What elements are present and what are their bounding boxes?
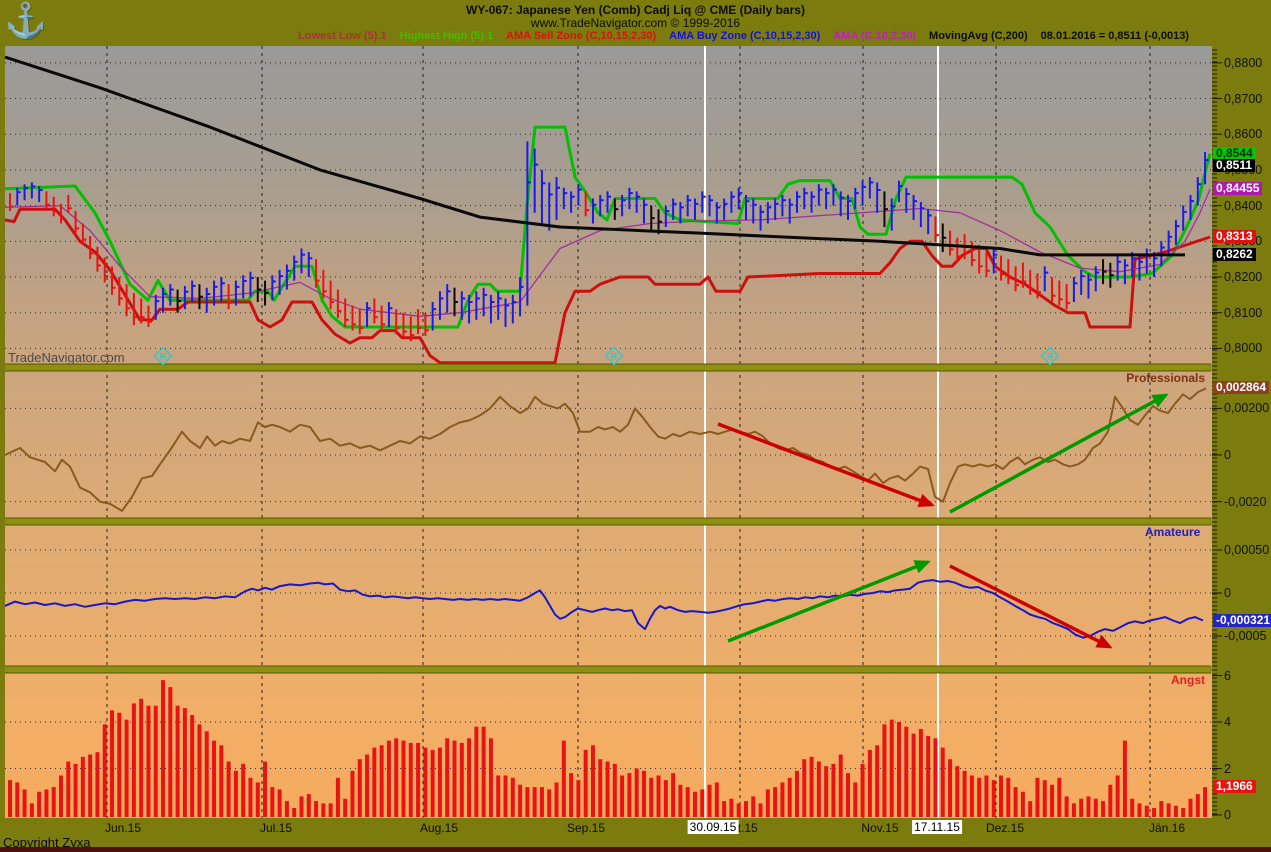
indicator-legend: Lowest Low (5).1 Highest High (5).1 AMA Se…: [298, 30, 1189, 42]
legend-item: Lowest Low (5).1: [298, 30, 387, 42]
y-axis-label: 0,8200: [1224, 270, 1262, 284]
y-axis-label: 0: [1224, 808, 1231, 822]
event-date-badge: 30.09.15: [688, 820, 739, 834]
y-axis-label: 0,8100: [1224, 306, 1262, 320]
x-axis-month-label: Dez.15: [986, 821, 1024, 835]
legend-item: AMA Sell Zone (C,10,15,2,30): [506, 30, 656, 42]
y-axis-label: 0,00200: [1224, 401, 1269, 415]
x-axis-month-label: Nov.15: [861, 821, 898, 835]
legend-item: 08.01.2016 = 0,8511 (-0,0013): [1041, 30, 1189, 42]
last-value-badge: 0,8511: [1213, 159, 1255, 172]
panel-label-professionals: Professionals: [1100, 371, 1205, 385]
last-value-badge: 1,1966: [1213, 780, 1256, 793]
last-value-badge: 0,8313: [1213, 230, 1256, 243]
last-value-badge: -0,000321: [1213, 614, 1271, 627]
rollover-diamond-icon: R: [160, 352, 167, 362]
x-axis-month-label: Sep.15: [567, 821, 605, 835]
x-axis-month-label: Aug.15: [420, 821, 458, 835]
y-axis-label: 6: [1224, 669, 1231, 683]
last-value-badge: 0,002864: [1213, 381, 1269, 394]
legend-item: MovingAvg (C,200): [929, 30, 1028, 42]
y-axis-label: 0,8600: [1224, 127, 1262, 141]
legend-item: AMA (C,10,2,30): [833, 30, 916, 42]
y-axis-label: 0,8000: [1224, 341, 1262, 355]
y-axis-label: -0,0020: [1224, 495, 1266, 509]
y-axis-label: 0,00050: [1224, 543, 1269, 557]
last-value-badge: 0,84455: [1213, 182, 1262, 195]
event-date-badge: 17.11.15: [912, 820, 962, 834]
y-axis-label: 0: [1224, 448, 1231, 462]
y-axis-label: 4: [1224, 715, 1231, 729]
panel-label-amateure: Amateure: [1145, 525, 1200, 539]
rollover-diamond-icon: R: [1047, 352, 1054, 362]
legend-item: Highest High (5).1: [400, 30, 494, 42]
y-axis-label: 0,8400: [1224, 199, 1262, 213]
y-axis-label: -0,0005: [1224, 629, 1266, 643]
legend-item: AMA Buy Zone (C,10,15,2,30): [669, 30, 820, 42]
x-axis-month-label: Jän.16: [1149, 821, 1185, 835]
trade-navigator-window: RRR ⚓ WY-067: Japanese Yen (Comb) Cadj L…: [0, 0, 1271, 852]
chart-subtitle: www.TradeNavigator.com © 1999-2016: [0, 16, 1271, 30]
bottom-edge-strip: [0, 847, 1271, 852]
y-axis-label: 0: [1224, 586, 1231, 600]
x-axis-month-label: Jun.15: [105, 821, 141, 835]
x-axis-month-label: Jul.15: [260, 821, 292, 835]
y-axis-label: 0,8700: [1224, 92, 1262, 106]
y-axis-label: 0,8800: [1224, 56, 1262, 70]
panel-label-angst: Angst: [1160, 673, 1205, 687]
y-axis-label: 2: [1224, 762, 1231, 776]
watermark-text: TradeNavigator.com: [8, 350, 125, 365]
last-value-badge: 0,8262: [1213, 248, 1256, 261]
chart-title: WY-067: Japanese Yen (Comb) Cadj Liq @ C…: [0, 3, 1271, 17]
chart-plot-area[interactable]: RRR: [0, 0, 1271, 852]
rollover-diamond-icon: R: [611, 352, 618, 362]
